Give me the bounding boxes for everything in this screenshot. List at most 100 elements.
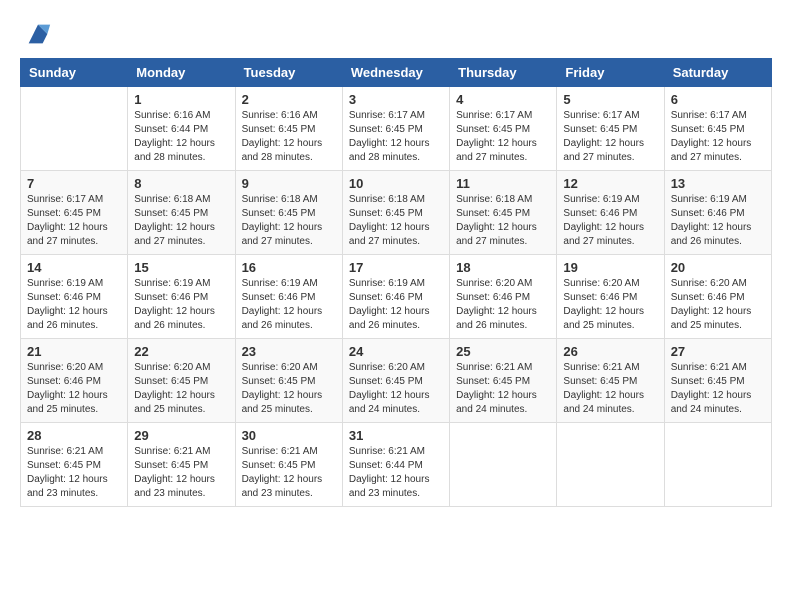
day-number: 27 bbox=[671, 344, 765, 359]
day-info: Sunrise: 6:16 AM Sunset: 6:45 PM Dayligh… bbox=[242, 109, 336, 165]
calendar-cell: 27 Sunrise: 6:21 AM Sunset: 6:45 PM Dayli… bbox=[664, 339, 771, 423]
calendar-cell: 23Sunrise: 6:20 AM Sunset: 6:45 PM Dayli… bbox=[235, 339, 342, 423]
calendar-cell: 20 Sunrise: 6:20 AM Sunset: 6:46 PM Dayli… bbox=[664, 255, 771, 339]
calendar-week-row: 14 Sunrise: 6:19 AM Sunset: 6:46 PM Dayli… bbox=[21, 255, 772, 339]
day-info: Sunrise: 6:19 AM Sunset: 6:46 PM Dayligh… bbox=[349, 277, 443, 333]
day-number: 25 bbox=[456, 344, 550, 359]
calendar-cell: 11 Sunrise: 6:18 AM Sunset: 6:45 PM Dayli… bbox=[450, 171, 557, 255]
calendar-cell: 14 Sunrise: 6:19 AM Sunset: 6:46 PM Dayli… bbox=[21, 255, 128, 339]
day-info: Sunrise: 6:17 AM Sunset: 6:45 PM Dayligh… bbox=[671, 109, 765, 165]
calendar-cell: 15Sunrise: 6:19 AM Sunset: 6:46 PM Dayli… bbox=[128, 255, 235, 339]
day-number: 30 bbox=[242, 428, 336, 443]
day-number: 21 bbox=[27, 344, 121, 359]
calendar-cell: 22 Sunrise: 6:20 AM Sunset: 6:45 PM Dayli… bbox=[128, 339, 235, 423]
day-number: 5 bbox=[563, 92, 657, 107]
day-number: 23 bbox=[242, 344, 336, 359]
logo-icon bbox=[24, 20, 52, 48]
day-info: Sunrise: 6:21 AM Sunset: 6:45 PM Dayligh… bbox=[242, 445, 336, 501]
day-info: Sunrise: 6:18 AM Sunset: 6:45 PM Dayligh… bbox=[349, 193, 443, 249]
calendar-cell bbox=[557, 423, 664, 507]
day-info: Sunrise: 6:19 AM Sunset: 6:46 PM Dayligh… bbox=[27, 277, 121, 333]
logo-text bbox=[20, 20, 52, 48]
day-info: Sunrise: 6:20 AM Sunset: 6:46 PM Dayligh… bbox=[456, 277, 550, 333]
day-number: 10 bbox=[349, 176, 443, 191]
day-number: 16 bbox=[242, 260, 336, 275]
day-number: 29 bbox=[134, 428, 228, 443]
calendar-cell: 5 Sunrise: 6:17 AM Sunset: 6:45 PM Daylig… bbox=[557, 87, 664, 171]
col-sunday: Sunday bbox=[21, 59, 128, 87]
day-info: Sunrise: 6:21 AM Sunset: 6:45 PM Dayligh… bbox=[134, 445, 228, 501]
day-number: 15 bbox=[134, 260, 228, 275]
day-number: 11 bbox=[456, 176, 550, 191]
day-number: 20 bbox=[671, 260, 765, 275]
calendar-cell bbox=[450, 423, 557, 507]
day-number: 7 bbox=[27, 176, 121, 191]
day-number: 31 bbox=[349, 428, 443, 443]
day-info: Sunrise: 6:19 AM Sunset: 6:46 PM Dayligh… bbox=[671, 193, 765, 249]
calendar-cell: 8Sunrise: 6:18 AM Sunset: 6:45 PM Daylig… bbox=[128, 171, 235, 255]
day-info: Sunrise: 6:18 AM Sunset: 6:45 PM Dayligh… bbox=[456, 193, 550, 249]
day-info: Sunrise: 6:17 AM Sunset: 6:45 PM Dayligh… bbox=[27, 193, 121, 249]
day-info: Sunrise: 6:19 AM Sunset: 6:46 PM Dayligh… bbox=[242, 277, 336, 333]
calendar-cell: 6Sunrise: 6:17 AM Sunset: 6:45 PM Daylig… bbox=[664, 87, 771, 171]
day-info: Sunrise: 6:20 AM Sunset: 6:46 PM Dayligh… bbox=[27, 361, 121, 417]
day-info: Sunrise: 6:19 AM Sunset: 6:46 PM Dayligh… bbox=[563, 193, 657, 249]
calendar-cell: 10 Sunrise: 6:18 AM Sunset: 6:45 PM Dayli… bbox=[342, 171, 449, 255]
day-number: 18 bbox=[456, 260, 550, 275]
day-info: Sunrise: 6:20 AM Sunset: 6:45 PM Dayligh… bbox=[134, 361, 228, 417]
col-saturday: Saturday bbox=[664, 59, 771, 87]
calendar-cell: 4Sunrise: 6:17 AM Sunset: 6:45 PM Daylig… bbox=[450, 87, 557, 171]
calendar-cell: 16 Sunrise: 6:19 AM Sunset: 6:46 PM Dayli… bbox=[235, 255, 342, 339]
day-info: Sunrise: 6:21 AM Sunset: 6:45 PM Dayligh… bbox=[27, 445, 121, 501]
calendar-cell: 3 Sunrise: 6:17 AM Sunset: 6:45 PM Daylig… bbox=[342, 87, 449, 171]
day-number: 1 bbox=[134, 92, 228, 107]
col-thursday: Thursday bbox=[450, 59, 557, 87]
day-number: 24 bbox=[349, 344, 443, 359]
day-number: 14 bbox=[27, 260, 121, 275]
calendar-cell: 28 Sunrise: 6:21 AM Sunset: 6:45 PM Dayli… bbox=[21, 423, 128, 507]
calendar-cell: 1 Sunrise: 6:16 AM Sunset: 6:44 PM Daylig… bbox=[128, 87, 235, 171]
day-number: 12 bbox=[563, 176, 657, 191]
calendar-cell: 12 Sunrise: 6:19 AM Sunset: 6:46 PM Dayli… bbox=[557, 171, 664, 255]
calendar-cell: 30 Sunrise: 6:21 AM Sunset: 6:45 PM Dayli… bbox=[235, 423, 342, 507]
col-monday: Monday bbox=[128, 59, 235, 87]
day-number: 3 bbox=[349, 92, 443, 107]
col-wednesday: Wednesday bbox=[342, 59, 449, 87]
day-info: Sunrise: 6:21 AM Sunset: 6:45 PM Dayligh… bbox=[671, 361, 765, 417]
calendar-cell: 9Sunrise: 6:18 AM Sunset: 6:45 PM Daylig… bbox=[235, 171, 342, 255]
day-number: 19 bbox=[563, 260, 657, 275]
calendar-cell: 31 Sunrise: 6:21 AM Sunset: 6:44 PM Dayli… bbox=[342, 423, 449, 507]
day-number: 13 bbox=[671, 176, 765, 191]
day-info: Sunrise: 6:17 AM Sunset: 6:45 PM Dayligh… bbox=[456, 109, 550, 165]
calendar-cell: 29 Sunrise: 6:21 AM Sunset: 6:45 PM Dayli… bbox=[128, 423, 235, 507]
calendar-week-row: 1 Sunrise: 6:16 AM Sunset: 6:44 PM Daylig… bbox=[21, 87, 772, 171]
calendar-table: Sunday Monday Tuesday Wednesday Thursday… bbox=[20, 58, 772, 507]
calendar-cell: 2 Sunrise: 6:16 AM Sunset: 6:45 PM Daylig… bbox=[235, 87, 342, 171]
day-number: 8 bbox=[134, 176, 228, 191]
calendar-cell: 19 Sunrise: 6:20 AM Sunset: 6:46 PM Dayli… bbox=[557, 255, 664, 339]
day-info: Sunrise: 6:17 AM Sunset: 6:45 PM Dayligh… bbox=[349, 109, 443, 165]
calendar-cell: 18 Sunrise: 6:20 AM Sunset: 6:46 PM Dayli… bbox=[450, 255, 557, 339]
calendar-header-row: Sunday Monday Tuesday Wednesday Thursday… bbox=[21, 59, 772, 87]
col-tuesday: Tuesday bbox=[235, 59, 342, 87]
calendar-cell: 26 Sunrise: 6:21 AM Sunset: 6:45 PM Dayli… bbox=[557, 339, 664, 423]
calendar-cell: 25 Sunrise: 6:21 AM Sunset: 6:45 PM Dayli… bbox=[450, 339, 557, 423]
day-number: 2 bbox=[242, 92, 336, 107]
calendar-cell: 21 Sunrise: 6:20 AM Sunset: 6:46 PM Dayli… bbox=[21, 339, 128, 423]
calendar-cell: 13 Sunrise: 6:19 AM Sunset: 6:46 PM Dayli… bbox=[664, 171, 771, 255]
col-friday: Friday bbox=[557, 59, 664, 87]
day-info: Sunrise: 6:21 AM Sunset: 6:44 PM Dayligh… bbox=[349, 445, 443, 501]
calendar-week-row: 28 Sunrise: 6:21 AM Sunset: 6:45 PM Dayli… bbox=[21, 423, 772, 507]
day-number: 26 bbox=[563, 344, 657, 359]
page-header bbox=[20, 20, 772, 48]
day-number: 22 bbox=[134, 344, 228, 359]
calendar-week-row: 7 Sunrise: 6:17 AM Sunset: 6:45 PM Daylig… bbox=[21, 171, 772, 255]
day-number: 28 bbox=[27, 428, 121, 443]
day-info: Sunrise: 6:20 AM Sunset: 6:46 PM Dayligh… bbox=[563, 277, 657, 333]
day-info: Sunrise: 6:21 AM Sunset: 6:45 PM Dayligh… bbox=[456, 361, 550, 417]
day-info: Sunrise: 6:16 AM Sunset: 6:44 PM Dayligh… bbox=[134, 109, 228, 165]
day-info: Sunrise: 6:17 AM Sunset: 6:45 PM Dayligh… bbox=[563, 109, 657, 165]
day-info: Sunrise: 6:21 AM Sunset: 6:45 PM Dayligh… bbox=[563, 361, 657, 417]
calendar-week-row: 21 Sunrise: 6:20 AM Sunset: 6:46 PM Dayli… bbox=[21, 339, 772, 423]
day-info: Sunrise: 6:20 AM Sunset: 6:46 PM Dayligh… bbox=[671, 277, 765, 333]
